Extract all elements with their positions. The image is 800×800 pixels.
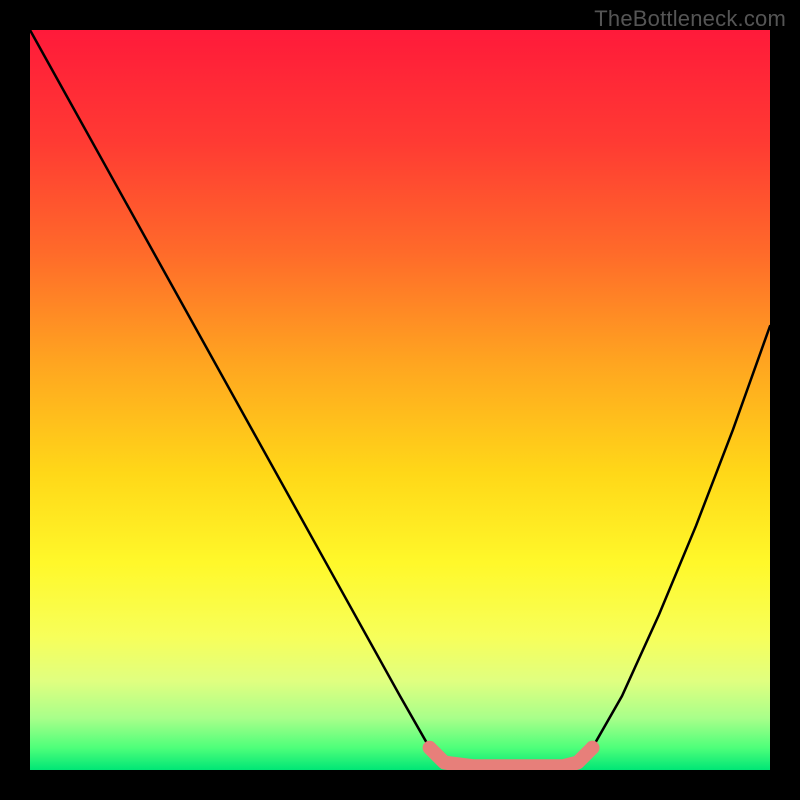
flat-segment-end-dot bbox=[585, 741, 599, 755]
chart-svg bbox=[30, 30, 770, 770]
watermark-label: TheBottleneck.com bbox=[594, 6, 786, 32]
gradient-background bbox=[30, 30, 770, 770]
plot-area bbox=[30, 30, 770, 770]
chart-frame: TheBottleneck.com bbox=[0, 0, 800, 800]
